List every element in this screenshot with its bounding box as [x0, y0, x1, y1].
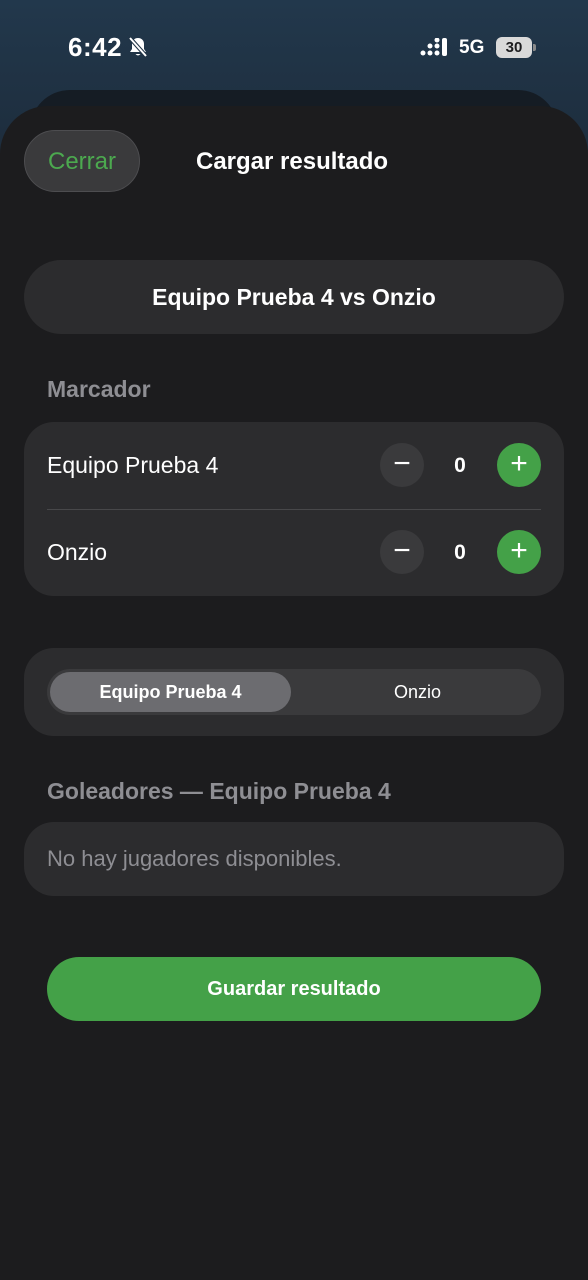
- signal-icon: [420, 37, 450, 58]
- team-segmented-control: Equipo Prueba 4 Onzio: [47, 669, 541, 715]
- score-value: 0: [454, 454, 466, 477]
- team-selector-card: Equipo Prueba 4 Onzio: [24, 648, 564, 736]
- scoreboard-card: Equipo Prueba 4 − 0 + Onzio − 0 +: [24, 422, 564, 596]
- result-sheet: Cerrar Cargar resultado Equipo Prueba 4 …: [0, 106, 588, 1280]
- sheet-title: Cargar resultado: [196, 148, 389, 175]
- segment-home[interactable]: Equipo Prueba 4: [50, 672, 291, 712]
- close-button[interactable]: Cerrar: [24, 130, 140, 192]
- score-value: 0: [454, 541, 466, 564]
- match-title: Equipo Prueba 4 vs Onzio: [24, 260, 564, 334]
- score-row-away: Onzio − 0 +: [24, 509, 564, 596]
- battery-icon: 30: [496, 37, 536, 58]
- segment-away[interactable]: Onzio: [297, 672, 538, 712]
- status-time: 6:42: [68, 32, 123, 62]
- score-row-home: Equipo Prueba 4 − 0 +: [24, 422, 564, 509]
- save-result-button[interactable]: Guardar resultado: [47, 957, 541, 1021]
- decrement-away-button[interactable]: −: [380, 530, 424, 574]
- status-bar: 6:42 5G 30: [0, 0, 588, 96]
- scorers-empty-message: No hay jugadores disponibles.: [24, 822, 564, 896]
- scoreboard-label: Marcador: [47, 376, 151, 402]
- team-name: Onzio: [47, 539, 108, 565]
- increment-home-button[interactable]: +: [497, 443, 541, 487]
- scorers-label: Goleadores — Equipo Prueba 4: [47, 778, 391, 804]
- team-name: Equipo Prueba 4: [47, 452, 219, 478]
- bell-slash-icon: [128, 36, 148, 58]
- network-type: 5G: [459, 37, 485, 58]
- increment-away-button[interactable]: +: [497, 530, 541, 574]
- decrement-home-button[interactable]: −: [380, 443, 424, 487]
